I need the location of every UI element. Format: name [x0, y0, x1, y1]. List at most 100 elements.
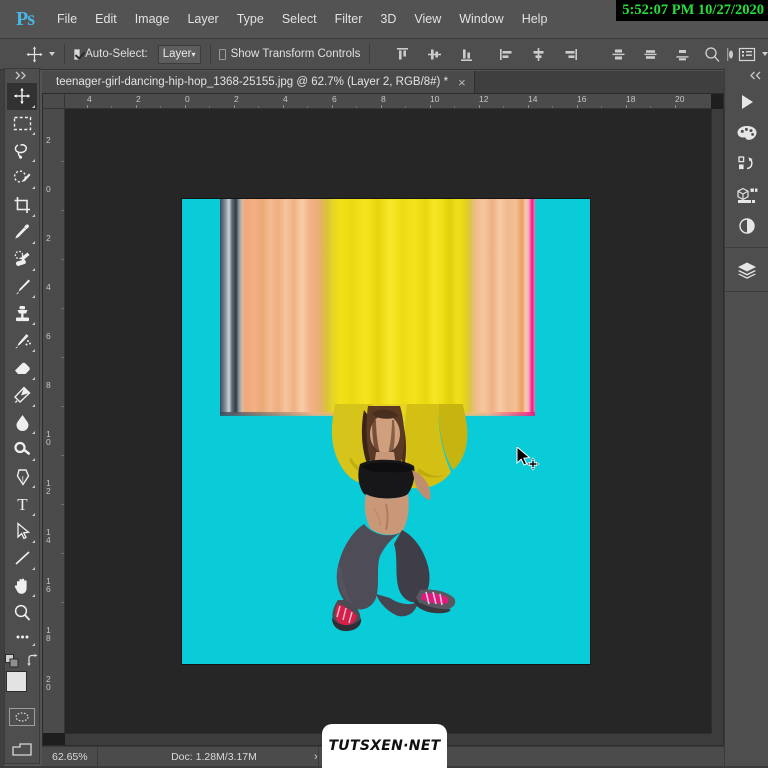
options-separator-1 — [64, 44, 65, 64]
options-separator-3 — [369, 44, 370, 64]
libraries-play-icon[interactable] — [725, 86, 768, 117]
history-brush-tool[interactable] — [7, 327, 37, 354]
crop-tool[interactable] — [7, 191, 37, 218]
screen-recorder-timestamp: 5:52:07 PM 10/27/2020 — [616, 0, 768, 21]
ruler-h-tick: 6 — [332, 94, 337, 108]
screen-mode-icon[interactable] — [7, 736, 37, 763]
clone-stamp-tool[interactable] — [7, 300, 37, 327]
line-tool[interactable] — [7, 545, 37, 572]
auto-select-target-select[interactable]: Layer ▾ — [157, 44, 201, 64]
horizontal-ruler[interactable]: 4 2 0 2 4 6 8 10 12 14 16 18 20 — [65, 94, 711, 109]
document-tab[interactable]: teenager-girl-dancing-hip-hop_1368-25155… — [42, 71, 475, 93]
menu-filter[interactable]: Filter — [326, 8, 372, 30]
hand-tool[interactable] — [7, 572, 37, 599]
tool-flyout-triangle-icon — [32, 376, 35, 380]
auto-select-checkbox[interactable] — [73, 48, 81, 60]
ruler-v-tick: 0 — [46, 184, 51, 194]
align-left-edges-icon[interactable] — [497, 45, 516, 64]
menu-window[interactable]: Window — [450, 8, 512, 30]
menu-layer[interactable]: Layer — [178, 8, 227, 30]
color-swatches — [5, 670, 39, 705]
default-colors-icon[interactable] — [5, 653, 19, 671]
align-top-edges-icon[interactable] — [393, 45, 412, 64]
image-canvas[interactable] — [182, 199, 590, 664]
layers-icon[interactable] — [725, 254, 768, 285]
ruler-v-tick: 18 — [46, 625, 51, 643]
document-window: 4 2 0 2 4 6 8 10 12 14 16 18 20 2 0 2 4 … — [42, 93, 724, 746]
ruler-v-tick: 12 — [46, 478, 51, 496]
rectangular-marquee-tool[interactable] — [7, 110, 37, 137]
tool-flyout-triangle-icon — [32, 322, 35, 326]
eyedropper-tool[interactable] — [7, 219, 37, 246]
move-tool-icon[interactable] — [26, 45, 43, 64]
blur-tool[interactable] — [7, 409, 37, 436]
workspace-switcher-icon[interactable] — [738, 45, 756, 64]
menu-file[interactable]: File — [48, 8, 86, 30]
menu-type[interactable]: Type — [228, 8, 273, 30]
menu-select[interactable]: Select — [273, 8, 326, 30]
tool-flyout-triangle-icon — [32, 403, 35, 407]
foreground-color-swatch[interactable] — [6, 670, 27, 692]
history-icon[interactable] — [725, 148, 768, 179]
distribute-vertical-centers-icon[interactable] — [641, 45, 660, 64]
quick-selection-tool[interactable] — [7, 164, 37, 191]
move-tool[interactable] — [7, 82, 37, 110]
brush-tool[interactable] — [7, 273, 37, 300]
tools-panel: T — [4, 68, 40, 764]
spot-healing-brush-tool[interactable] — [7, 246, 37, 273]
align-right-edges-icon[interactable] — [561, 45, 580, 64]
zoom-tool[interactable] — [7, 599, 37, 626]
adjustments-icon[interactable] — [725, 210, 768, 241]
right-panel-dock — [724, 68, 768, 768]
move-tool-preset-chevron-down-icon[interactable] — [49, 52, 55, 56]
align-bottom-edges-icon[interactable] — [457, 45, 476, 64]
menu-image[interactable]: Image — [126, 8, 179, 30]
tool-flyout-triangle-icon — [32, 295, 35, 299]
search-icon[interactable] — [704, 45, 721, 64]
tool-flyout-triangle-icon — [32, 267, 35, 271]
auto-select-target-value: Layer — [162, 48, 192, 60]
ruler-h-tick: 10 — [430, 94, 439, 108]
photoshop-logo: Ps — [16, 7, 35, 30]
expand-panels-icon[interactable] — [750, 71, 764, 83]
close-icon[interactable]: × — [458, 76, 466, 89]
chevron-down-icon: ▾ — [191, 49, 196, 59]
edit-toolbar[interactable] — [7, 626, 37, 647]
properties-3d-icon[interactable] — [725, 179, 768, 210]
lasso-tool[interactable] — [7, 137, 37, 164]
workspace-chevron-down-icon[interactable] — [762, 52, 768, 56]
eraser-tool[interactable] — [7, 354, 37, 381]
zoom-level-field[interactable]: 62.65% — [42, 747, 98, 766]
menu-edit[interactable]: Edit — [86, 8, 126, 30]
toolbar-collapse-icon[interactable] — [5, 69, 39, 83]
ruler-v-tick: 20 — [46, 674, 51, 692]
ruler-corner — [43, 94, 65, 109]
menu-help[interactable]: Help — [513, 8, 557, 30]
ruler-v-tick: 6 — [46, 331, 51, 341]
canvas-area[interactable] — [65, 109, 711, 733]
align-buttons-group — [393, 45, 476, 64]
menu-view[interactable]: View — [405, 8, 450, 30]
swap-colors-icon[interactable] — [26, 653, 39, 670]
quick-mask-icon[interactable] — [9, 708, 35, 726]
menu-3d[interactable]: 3D — [371, 8, 405, 30]
options-bar: Auto-Select: Layer ▾ Show Transform Cont… — [0, 38, 768, 70]
distribute-bottom-edges-icon[interactable] — [673, 45, 692, 64]
ruler-h-tick: 8 — [381, 94, 386, 108]
show-transform-controls-checkbox[interactable] — [219, 48, 226, 60]
tool-flyout-triangle-icon — [32, 485, 35, 489]
pen-tool[interactable] — [7, 463, 37, 490]
right-panel-group-2 — [725, 248, 768, 292]
vertical-ruler[interactable]: 2 0 2 4 6 8 10 12 14 16 18 20 — [43, 109, 65, 733]
dodge-tool[interactable] — [7, 436, 37, 463]
type-tool[interactable]: T — [7, 490, 37, 517]
distribute-top-edges-icon[interactable] — [609, 45, 628, 64]
svg-text:T: T — [17, 495, 28, 513]
color-palette-icon[interactable] — [725, 117, 768, 148]
gradient-tool[interactable] — [7, 382, 37, 409]
align-vertical-centers-icon[interactable] — [425, 45, 444, 64]
tool-flyout-triangle-icon — [32, 431, 35, 435]
align-horizontal-centers-icon[interactable] — [529, 45, 548, 64]
vertical-scrollbar[interactable] — [711, 109, 723, 733]
path-selection-tool[interactable] — [7, 518, 37, 545]
